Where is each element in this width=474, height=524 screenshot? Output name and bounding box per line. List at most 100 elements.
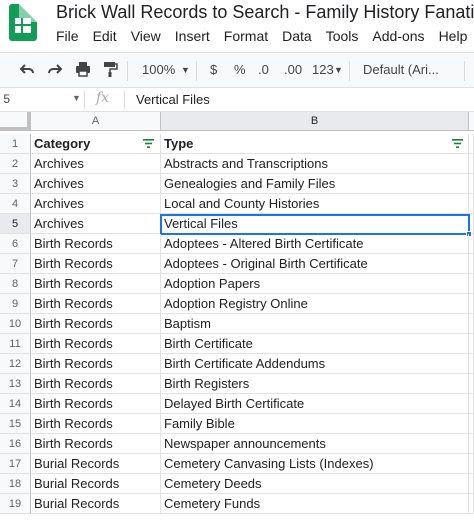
row-number[interactable]: 19 xyxy=(0,494,31,514)
paint-format-icon[interactable] xyxy=(101,60,119,81)
increase-decimal-button[interactable]: .00 xyxy=(284,62,302,77)
cell[interactable] xyxy=(469,434,474,454)
menu-data[interactable]: Data xyxy=(282,28,312,44)
cell[interactable]: Birth Records xyxy=(31,334,161,354)
cell[interactable]: Birth Records xyxy=(31,314,161,334)
row-number[interactable]: 4 xyxy=(0,194,31,214)
row-number[interactable]: 10 xyxy=(0,314,31,334)
row-number[interactable]: 12 xyxy=(0,354,31,374)
cell[interactable]: Newspaper announcements xyxy=(161,434,469,454)
cell[interactable] xyxy=(469,154,474,174)
cell[interactable]: Birth Records xyxy=(31,394,161,414)
zoom-select[interactable]: 100% xyxy=(142,62,175,77)
row-number[interactable]: 9 xyxy=(0,294,31,314)
cell[interactable]: Birth Records xyxy=(31,274,161,294)
cell[interactable]: Birth Certificate xyxy=(161,334,469,354)
cell[interactable] xyxy=(469,174,474,194)
row-number[interactable]: 11 xyxy=(0,334,31,354)
cell[interactable]: Adoptees - Original Birth Certificate xyxy=(161,254,469,274)
cell[interactable]: Birth Records xyxy=(31,374,161,394)
decrease-decimal-button[interactable]: .0 xyxy=(258,62,269,77)
row-number[interactable]: 15 xyxy=(0,414,31,434)
cell[interactable] xyxy=(469,454,474,474)
menu-file[interactable]: File xyxy=(56,28,79,44)
menu-edit[interactable]: Edit xyxy=(93,28,117,44)
cell[interactable]: Birth Registers xyxy=(161,374,469,394)
cell[interactable] xyxy=(469,274,474,294)
select-all-corner[interactable] xyxy=(0,112,31,131)
currency-format-button[interactable]: $ xyxy=(210,62,217,77)
cell[interactable]: Burial Records xyxy=(31,494,161,514)
cell[interactable]: Birth Records xyxy=(31,294,161,314)
cell[interactable]: Baptism xyxy=(161,314,469,334)
cell[interactable] xyxy=(469,414,474,434)
cell[interactable]: Burial Records xyxy=(31,474,161,494)
cell[interactable] xyxy=(469,394,474,414)
cell[interactable] xyxy=(469,354,474,374)
row-number[interactable]: 2 xyxy=(0,154,31,174)
cell[interactable]: Family Bible xyxy=(161,414,469,434)
row-number[interactable]: 18 xyxy=(0,474,31,494)
cell[interactable] xyxy=(469,294,474,314)
filter-icon[interactable] xyxy=(143,139,154,148)
cell[interactable] xyxy=(469,334,474,354)
undo-icon[interactable] xyxy=(18,60,36,81)
cell[interactable]: Birth Certificate Addendums xyxy=(161,354,469,374)
menu-help[interactable]: Help xyxy=(439,28,468,44)
cell[interactable]: Birth Records xyxy=(31,434,161,454)
print-icon[interactable] xyxy=(74,60,92,81)
cell[interactable]: Archives xyxy=(31,154,161,174)
menu-format[interactable]: Format xyxy=(224,28,268,44)
header-cell-type[interactable]: Type xyxy=(161,134,469,154)
cell[interactable]: Cemetery Canvasing Lists (Indexes) xyxy=(161,454,469,474)
menu-addons[interactable]: Add-ons xyxy=(372,28,424,44)
column-header-a[interactable]: A xyxy=(31,112,161,131)
cell[interactable]: Adoptees - Altered Birth Certificate xyxy=(161,234,469,254)
row-number[interactable]: 7 xyxy=(0,254,31,274)
cell[interactable] xyxy=(469,494,474,514)
cell[interactable]: Birth Records xyxy=(31,234,161,254)
row-number[interactable]: 1 xyxy=(0,134,31,154)
menu-tools[interactable]: Tools xyxy=(326,28,359,44)
row-number[interactable]: 8 xyxy=(0,274,31,294)
name-box[interactable]: 5 xyxy=(0,92,10,106)
row-number[interactable]: 13 xyxy=(0,374,31,394)
number-format-chevron-down-icon[interactable]: ▼ xyxy=(334,65,343,75)
number-format-select[interactable]: 123 xyxy=(312,62,334,77)
cell[interactable] xyxy=(469,234,474,254)
cell[interactable]: Burial Records xyxy=(31,454,161,474)
menu-insert[interactable]: Insert xyxy=(175,28,210,44)
cell[interactable]: Genealogies and Family Files xyxy=(161,174,469,194)
cell[interactable] xyxy=(469,474,474,494)
filter-icon[interactable] xyxy=(452,139,463,148)
row-number[interactable]: 17 xyxy=(0,454,31,474)
cell[interactable]: Abstracts and Transcriptions xyxy=(161,154,469,174)
percent-format-button[interactable]: % xyxy=(234,62,246,77)
formula-input[interactable]: Vertical Files xyxy=(136,92,210,107)
row-number[interactable]: 14 xyxy=(0,394,31,414)
cell[interactable]: Adoption Papers xyxy=(161,274,469,294)
row-number[interactable]: 6 xyxy=(0,234,31,254)
cell[interactable]: Local and County Histories xyxy=(161,194,469,214)
cell[interactable]: Birth Records xyxy=(31,354,161,374)
sheets-logo-icon[interactable] xyxy=(9,4,37,41)
document-title[interactable]: Brick Wall Records to Search - Family Hi… xyxy=(56,2,474,23)
cell[interactable]: Archives xyxy=(31,194,161,214)
cell[interactable] xyxy=(469,254,474,274)
cell[interactable]: Delayed Birth Certificate xyxy=(161,394,469,414)
zoom-chevron-down-icon[interactable]: ▼ xyxy=(181,65,190,75)
name-box-chevron-down-icon[interactable]: ▼ xyxy=(72,93,81,103)
font-select[interactable]: Default (Ari... xyxy=(363,62,439,77)
column-header-b[interactable]: B xyxy=(161,112,469,131)
row-number[interactable]: 5 xyxy=(0,214,31,234)
menu-view[interactable]: View xyxy=(131,28,161,44)
header-cell-category[interactable]: Category xyxy=(31,134,161,154)
column-header-c[interactable] xyxy=(469,112,474,131)
cell[interactable]: Birth Records xyxy=(31,414,161,434)
cell[interactable]: Archives xyxy=(31,214,161,234)
cell[interactable] xyxy=(469,134,474,154)
cell[interactable]: Birth Records xyxy=(31,254,161,274)
cell[interactable]: Cemetery Deeds xyxy=(161,474,469,494)
cell[interactable]: Cemetery Funds xyxy=(161,494,469,514)
cell[interactable] xyxy=(469,194,474,214)
